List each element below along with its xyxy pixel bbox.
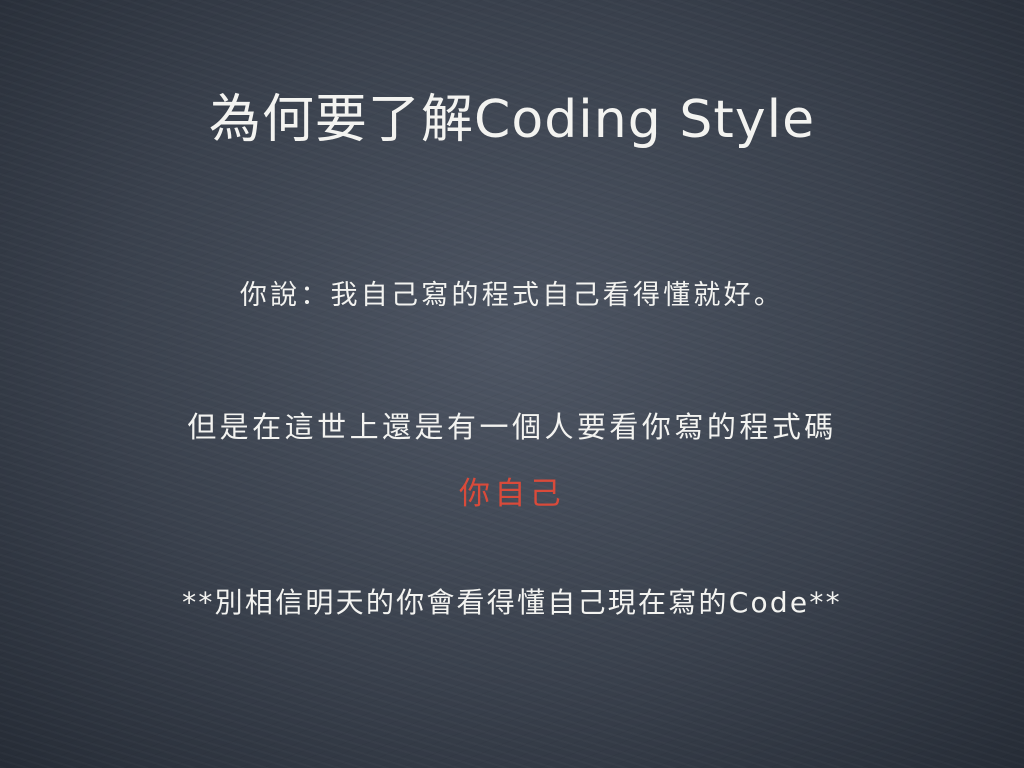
highlight-text: 你自己 [458,476,566,512]
statement-line-3: **別相信明天的你會看得懂自己現在寫的Code** [182,586,842,619]
statement-line-2: 但是在這世上還是有一個人要看你寫的程式碼 [187,410,837,444]
slide: 為何要了解Coding Style 你說：我自己寫的程式自己看得懂就好。 但是在… [0,0,1024,768]
statement-line-1: 你說：我自己寫的程式自己看得懂就好。 [239,280,785,311]
slide-title: 為何要了解Coding Style [208,90,816,150]
